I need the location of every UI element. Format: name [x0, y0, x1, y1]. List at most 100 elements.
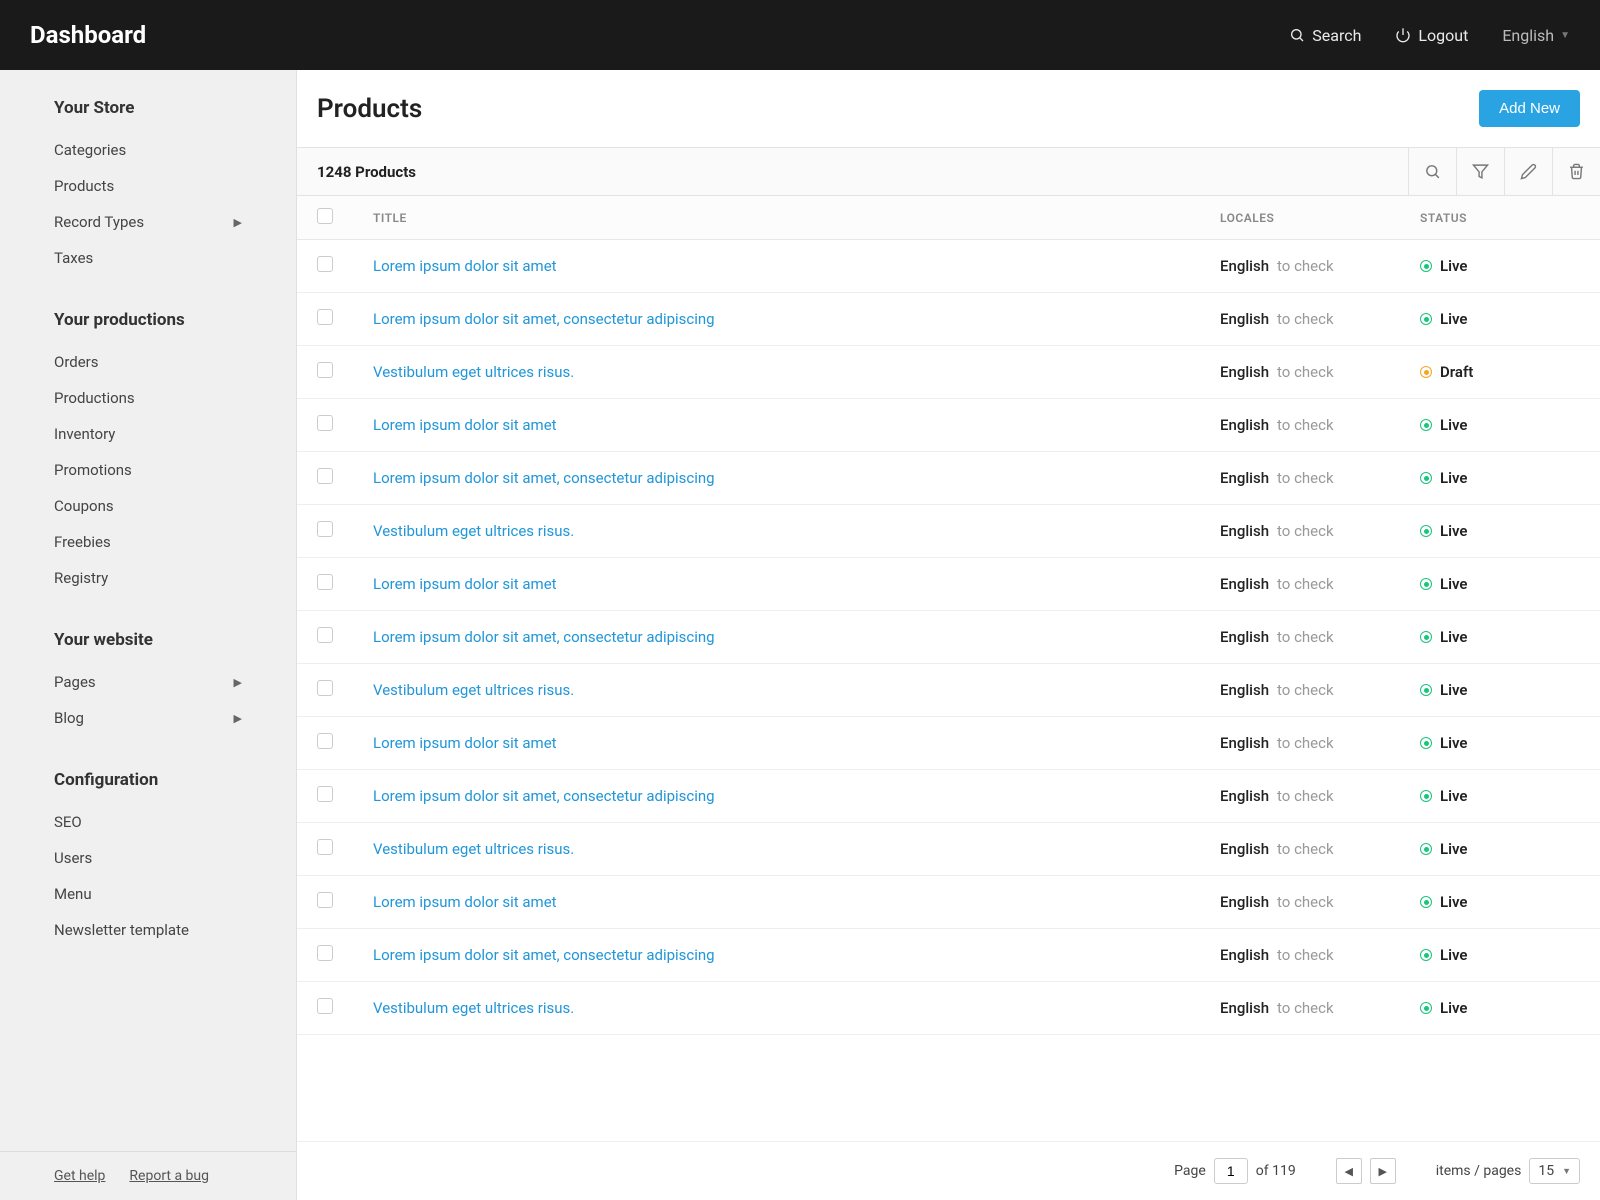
items-per-page-select[interactable]: 15 ▼: [1529, 1158, 1580, 1184]
row-status: Live: [1440, 734, 1468, 752]
col-locales: LOCALES: [1200, 196, 1400, 240]
main-content: Products Add New 1248 Products: [297, 70, 1600, 1200]
row-title-link[interactable]: Vestibulum eget ultrices risus.: [373, 840, 574, 858]
row-status: Live: [1440, 257, 1468, 275]
row-status: Live: [1440, 575, 1468, 593]
row-status: Live: [1440, 787, 1468, 805]
sidebar-item-products[interactable]: Products: [0, 168, 296, 204]
status-dot-icon: [1420, 1002, 1432, 1014]
sidebar-item-inventory[interactable]: Inventory: [0, 416, 296, 452]
search-icon: [1424, 163, 1441, 180]
chevron-right-icon: ▶: [234, 712, 242, 725]
row-title-link[interactable]: Lorem ipsum dolor sit amet: [373, 575, 557, 593]
sidebar-item-label: Orders: [54, 353, 99, 371]
row-title-link[interactable]: Lorem ipsum dolor sit amet: [373, 416, 557, 434]
status-dot-icon: [1420, 260, 1432, 272]
row-status: Live: [1440, 840, 1468, 858]
sidebar-item-newsletter-template[interactable]: Newsletter template: [0, 912, 296, 948]
language-selector[interactable]: English ▼: [1502, 26, 1570, 45]
row-checkbox[interactable]: [317, 256, 333, 272]
page-input[interactable]: [1214, 1158, 1248, 1184]
row-checkbox[interactable]: [317, 521, 333, 537]
sidebar-heading: Your website: [0, 630, 296, 664]
sidebar-item-label: Record Types: [54, 213, 144, 231]
row-checkbox[interactable]: [317, 468, 333, 484]
pagination: Page of 119 ◀ ▶ items / pages 15 ▼: [297, 1141, 1600, 1200]
sidebar-item-taxes[interactable]: Taxes: [0, 240, 296, 276]
sidebar-heading: Your Store: [0, 98, 296, 132]
topbar: Dashboard Search Logout English ▼: [0, 0, 1600, 70]
row-locale-secondary: to check: [1277, 469, 1334, 487]
row-title-link[interactable]: Lorem ipsum dolor sit amet, consectetur …: [373, 469, 715, 487]
search-button[interactable]: Search: [1289, 26, 1361, 45]
row-title-link[interactable]: Lorem ipsum dolor sit amet: [373, 734, 557, 752]
sidebar-item-freebies[interactable]: Freebies: [0, 524, 296, 560]
sidebar-item-label: Promotions: [54, 461, 132, 479]
row-locale-secondary: to check: [1277, 575, 1334, 593]
row-title-link[interactable]: Vestibulum eget ultrices risus.: [373, 999, 574, 1017]
table-row: Vestibulum eget ultrices risus.Englishto…: [297, 505, 1600, 558]
row-checkbox[interactable]: [317, 627, 333, 643]
row-title-link[interactable]: Lorem ipsum dolor sit amet, consectetur …: [373, 310, 715, 328]
sidebar-item-pages[interactable]: Pages▶: [0, 664, 296, 700]
select-all-checkbox[interactable]: [317, 208, 333, 224]
report-bug-link[interactable]: Report a bug: [129, 1168, 209, 1184]
sidebar-item-blog[interactable]: Blog▶: [0, 700, 296, 736]
row-title-link[interactable]: Lorem ipsum dolor sit amet, consectetur …: [373, 787, 715, 805]
row-locale-primary: English: [1220, 469, 1269, 487]
get-help-link[interactable]: Get help: [54, 1168, 105, 1184]
toolbar-delete-button[interactable]: [1552, 148, 1600, 195]
sidebar-item-menu[interactable]: Menu: [0, 876, 296, 912]
row-checkbox[interactable]: [317, 998, 333, 1014]
row-checkbox[interactable]: [317, 680, 333, 696]
row-locale-secondary: to check: [1277, 787, 1334, 805]
row-checkbox[interactable]: [317, 415, 333, 431]
table-row: Lorem ipsum dolor sit amet, consectetur …: [297, 452, 1600, 505]
row-checkbox[interactable]: [317, 574, 333, 590]
sidebar-item-registry[interactable]: Registry: [0, 560, 296, 596]
row-title-link[interactable]: Lorem ipsum dolor sit amet, consectetur …: [373, 946, 715, 964]
row-title-link[interactable]: Vestibulum eget ultrices risus.: [373, 681, 574, 699]
row-title-link[interactable]: Lorem ipsum dolor sit amet: [373, 257, 557, 275]
row-checkbox[interactable]: [317, 786, 333, 802]
chevron-down-icon: ▼: [1562, 1166, 1571, 1177]
row-title-link[interactable]: Lorem ipsum dolor sit amet: [373, 893, 557, 911]
toolbar-search-button[interactable]: [1408, 148, 1456, 195]
row-locale-primary: English: [1220, 575, 1269, 593]
row-checkbox[interactable]: [317, 892, 333, 908]
sidebar-item-coupons[interactable]: Coupons: [0, 488, 296, 524]
toolbar-edit-button[interactable]: [1504, 148, 1552, 195]
row-locale-secondary: to check: [1277, 363, 1334, 381]
page-prev-button[interactable]: ◀: [1336, 1158, 1362, 1184]
add-new-button[interactable]: Add New: [1479, 90, 1580, 127]
table-row: Lorem ipsum dolor sit amet, consectetur …: [297, 293, 1600, 346]
row-title-link[interactable]: Vestibulum eget ultrices risus.: [373, 363, 574, 381]
row-checkbox[interactable]: [317, 733, 333, 749]
sidebar-item-seo[interactable]: SEO: [0, 804, 296, 840]
row-checkbox[interactable]: [317, 945, 333, 961]
row-checkbox[interactable]: [317, 362, 333, 378]
sidebar-item-promotions[interactable]: Promotions: [0, 452, 296, 488]
row-locale-secondary: to check: [1277, 257, 1334, 275]
row-title-link[interactable]: Vestibulum eget ultrices risus.: [373, 522, 574, 540]
chevron-right-icon: ▶: [234, 216, 242, 229]
sidebar-item-orders[interactable]: Orders: [0, 344, 296, 380]
row-checkbox[interactable]: [317, 839, 333, 855]
row-checkbox[interactable]: [317, 309, 333, 325]
search-icon: [1289, 27, 1305, 43]
row-locale-primary: English: [1220, 734, 1269, 752]
status-dot-icon: [1420, 949, 1432, 961]
logout-button[interactable]: Logout: [1395, 26, 1468, 45]
table-row: Lorem ipsum dolor sit ametEnglishto chec…: [297, 717, 1600, 770]
page-next-button[interactable]: ▶: [1370, 1158, 1396, 1184]
sidebar-item-users[interactable]: Users: [0, 840, 296, 876]
sidebar-item-productions[interactable]: Productions: [0, 380, 296, 416]
row-status: Live: [1440, 946, 1468, 964]
sidebar-item-categories[interactable]: Categories: [0, 132, 296, 168]
sidebar-heading: Configuration: [0, 770, 296, 804]
toolbar-filter-button[interactable]: [1456, 148, 1504, 195]
sidebar-item-record-types[interactable]: Record Types ▶: [0, 204, 296, 240]
row-title-link[interactable]: Lorem ipsum dolor sit amet, consectetur …: [373, 628, 715, 646]
status-dot-icon: [1420, 843, 1432, 855]
table-row: Vestibulum eget ultrices risus.Englishto…: [297, 823, 1600, 876]
